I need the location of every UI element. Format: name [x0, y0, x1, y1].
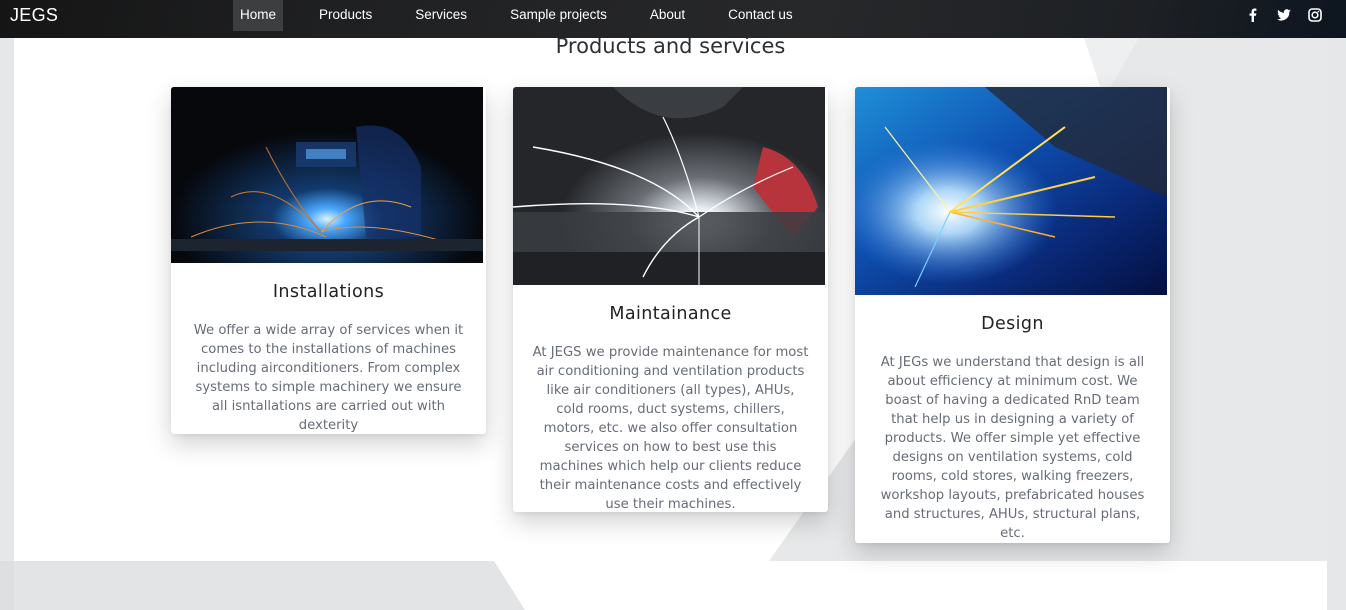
welding-sparks-blue-photo — [171, 87, 483, 263]
nav-home[interactable]: Home — [233, 0, 284, 31]
nav-sample-projects[interactable]: Sample projects — [503, 0, 614, 31]
card-description: At JEGS we provide maintenance for most … — [532, 345, 809, 512]
welding-sparks-colorful-photo — [855, 87, 1167, 295]
facebook-icon[interactable] — [1244, 6, 1262, 24]
nav-services[interactable]: Services — [408, 0, 474, 31]
next-section-band — [14, 561, 1327, 610]
brand-logo[interactable]: JEGS — [10, 5, 58, 26]
card-description: We offer a wide array of services when i… — [193, 323, 464, 433]
card-title: Design — [981, 314, 1044, 334]
nav-about[interactable]: About — [643, 0, 692, 31]
social-links — [1244, 6, 1324, 24]
section-title: Products and services — [555, 38, 786, 58]
card-title: Maintainance — [609, 304, 732, 324]
card-maintainance[interactable]: Maintainance At JEGS we provide maintena… — [513, 87, 828, 512]
card-design[interactable]: Design At JEGs we understand that design… — [855, 87, 1170, 543]
top-navbar: JEGS Home Products Services Sample proje… — [0, 0, 1346, 38]
card-description: At JEGs we understand that design is all… — [880, 355, 1145, 541]
card-title: Installations — [272, 282, 385, 302]
twitter-icon[interactable] — [1275, 6, 1293, 24]
welding-sparks-white-photo — [513, 87, 825, 285]
card-installations[interactable]: Installations We offer a wide array of s… — [171, 87, 486, 434]
nav-contact-us[interactable]: Contact us — [721, 0, 800, 31]
nav-products[interactable]: Products — [312, 0, 379, 31]
main-nav: Home Products Services Sample projects A… — [233, 0, 829, 31]
instagram-icon[interactable] — [1306, 6, 1324, 24]
